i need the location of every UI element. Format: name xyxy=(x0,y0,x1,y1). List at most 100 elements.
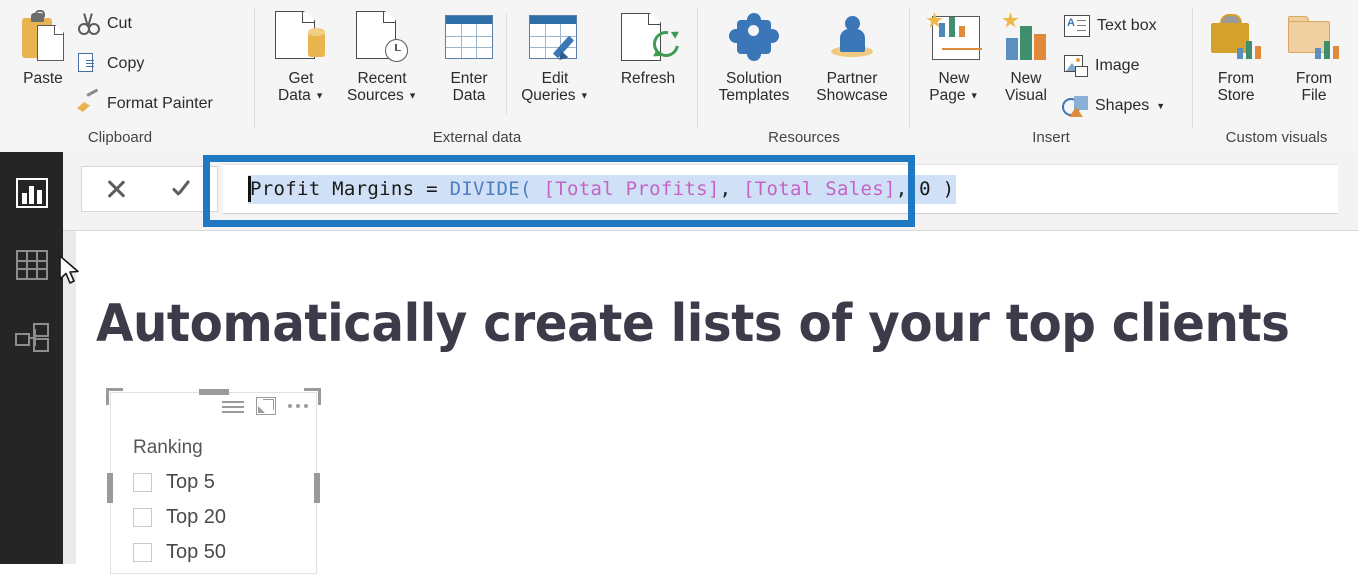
copy-button[interactable]: Copy xyxy=(78,48,144,80)
ribbon: Paste Cut Copy Format Painter Clipboard xyxy=(0,0,1358,153)
refresh-label: Refresh xyxy=(620,70,676,87)
text-box-button[interactable]: A Text box xyxy=(1064,10,1157,42)
resize-handle-n[interactable] xyxy=(199,389,229,395)
get-data-icon xyxy=(275,4,327,70)
check-icon xyxy=(171,178,195,200)
formula-token-measure-profits: [Total Profits] xyxy=(543,177,720,200)
slicer-option-top-5[interactable]: Top 5 xyxy=(133,471,215,494)
ranking-slicer-visual[interactable]: Ranking Top 5 Top 20 Top 50 xyxy=(106,388,321,574)
recent-sources-label-top: Recent xyxy=(357,70,407,87)
group-separator xyxy=(254,8,255,128)
enter-data-icon xyxy=(445,4,493,70)
checkbox[interactable] xyxy=(133,508,152,527)
recent-sources-button[interactable]: Recent Sources ▼ xyxy=(343,4,421,122)
from-store-icon xyxy=(1209,4,1263,70)
shapes-icon xyxy=(1062,95,1088,117)
copy-icon xyxy=(78,53,100,75)
paste-button[interactable]: Paste xyxy=(4,4,82,122)
focus-mode-icon[interactable] xyxy=(256,397,276,415)
ribbon-group-insert: New Page ▼ New Visual A Text box Image S… xyxy=(912,0,1190,152)
solution-templates-label-bottom: Templates xyxy=(718,87,790,104)
enter-data-label-bottom: Data xyxy=(452,87,486,104)
text-caret xyxy=(248,176,251,202)
new-page-label-bottom: Page ▼ xyxy=(929,87,978,104)
cancel-formula-button[interactable] xyxy=(82,167,150,211)
formula-bar: Profit Margins = DIVIDE( [Total Profits]… xyxy=(63,152,1358,231)
shapes-label: Shapes xyxy=(1095,97,1150,114)
group-separator xyxy=(697,8,698,128)
from-file-label-bottom: File xyxy=(1301,87,1327,104)
from-file-button[interactable]: From File xyxy=(1275,4,1353,122)
formula-input[interactable]: Profit Margins = DIVIDE( [Total Profits]… xyxy=(223,164,1338,214)
sidebar-item-data-view[interactable] xyxy=(0,234,63,296)
slicer-option-label: Top 20 xyxy=(166,506,227,528)
new-page-label-text: Page xyxy=(929,87,966,104)
visual-header xyxy=(222,397,308,415)
shapes-button[interactable]: Shapes ▼ xyxy=(1062,90,1165,122)
chevron-down-icon[interactable]: ▼ xyxy=(580,90,589,100)
edit-queries-button[interactable]: Edit Queries ▼ xyxy=(516,4,594,122)
format-painter-icon xyxy=(76,88,100,115)
slicer-option-top-50[interactable]: Top 50 xyxy=(133,541,226,564)
ribbon-group-external-data: Get Data ▼ Recent Sources ▼ Enter Data E… xyxy=(258,0,696,152)
view-sidebar xyxy=(0,152,63,564)
chevron-down-icon[interactable]: ▼ xyxy=(408,90,417,100)
solution-templates-button[interactable]: Solution Templates xyxy=(706,4,802,122)
get-data-label-bottom: Data ▼ xyxy=(278,87,324,104)
recent-sources-label-text: Sources xyxy=(346,87,404,104)
text-box-label: Text box xyxy=(1097,17,1157,34)
from-file-icon xyxy=(1287,4,1341,70)
image-icon xyxy=(1064,55,1088,77)
get-data-button[interactable]: Get Data ▼ xyxy=(262,4,340,122)
slicer-option-label: Top 50 xyxy=(166,541,227,563)
checkbox[interactable] xyxy=(133,473,152,492)
resize-handle-ne[interactable] xyxy=(304,388,321,405)
group-separator xyxy=(909,8,910,128)
sidebar-item-model-view[interactable] xyxy=(0,306,63,368)
slicer-option-top-20[interactable]: Top 20 xyxy=(133,506,226,529)
get-data-label-top: Get xyxy=(288,70,314,87)
resize-handle-e[interactable] xyxy=(314,473,320,503)
checkbox[interactable] xyxy=(133,543,152,562)
group-label-insert: Insert xyxy=(1032,129,1070,146)
confirm-formula-button[interactable] xyxy=(150,167,218,211)
report-view-icon xyxy=(15,178,48,208)
resize-handle-w[interactable] xyxy=(107,473,113,503)
group-label-resources: Resources xyxy=(768,129,840,146)
formula-token-measure-sales: [Total Sales] xyxy=(743,177,896,200)
slicer-title: Ranking xyxy=(133,437,203,458)
cut-button[interactable]: Cut xyxy=(78,8,132,40)
copy-label: Copy xyxy=(107,55,145,72)
filter-list-icon[interactable] xyxy=(222,399,244,413)
from-file-label-top: From xyxy=(1295,70,1333,87)
formula-bar-actions xyxy=(81,166,218,212)
formula-text: Profit Margins = DIVIDE( [Total Profits]… xyxy=(248,174,957,204)
formula-token-name: Profit Margins xyxy=(250,177,427,200)
chevron-down-icon[interactable]: ▼ xyxy=(315,90,324,100)
enter-data-button[interactable]: Enter Data xyxy=(430,4,508,122)
refresh-button[interactable]: Refresh xyxy=(603,4,693,122)
new-page-button[interactable]: New Page ▼ xyxy=(916,4,992,122)
edit-queries-label-bottom: Queries ▼ xyxy=(521,87,589,104)
group-separator xyxy=(506,14,507,114)
format-painter-label: Format Painter xyxy=(107,95,213,112)
ribbon-group-resources: Solution Templates Partner Showcase Reso… xyxy=(700,0,908,152)
from-store-button[interactable]: From Store xyxy=(1197,4,1275,122)
image-label: Image xyxy=(1095,57,1140,74)
partner-showcase-label-top: Partner xyxy=(826,70,878,87)
formula-token-function: DIVIDE( xyxy=(449,177,544,200)
image-button[interactable]: Image xyxy=(1064,50,1139,82)
chevron-down-icon[interactable]: ▼ xyxy=(1156,101,1165,111)
group-label-custom-visuals: Custom visuals xyxy=(1225,129,1328,146)
page-title: Automatically create lists of your top c… xyxy=(96,294,1290,354)
slicer-option-label: Top 5 xyxy=(166,471,215,493)
close-icon xyxy=(105,178,127,200)
chevron-down-icon[interactable]: ▼ xyxy=(970,90,979,100)
canvas-area: Profit Margins = DIVIDE( [Total Profits]… xyxy=(63,152,1358,574)
resize-handle-nw[interactable] xyxy=(106,388,123,405)
format-painter-button[interactable]: Format Painter xyxy=(76,88,213,120)
new-visual-button[interactable]: New Visual xyxy=(990,4,1062,122)
from-store-label-bottom: Store xyxy=(1217,87,1255,104)
sidebar-item-report-view[interactable] xyxy=(0,162,63,224)
partner-showcase-button[interactable]: Partner Showcase xyxy=(804,4,900,122)
